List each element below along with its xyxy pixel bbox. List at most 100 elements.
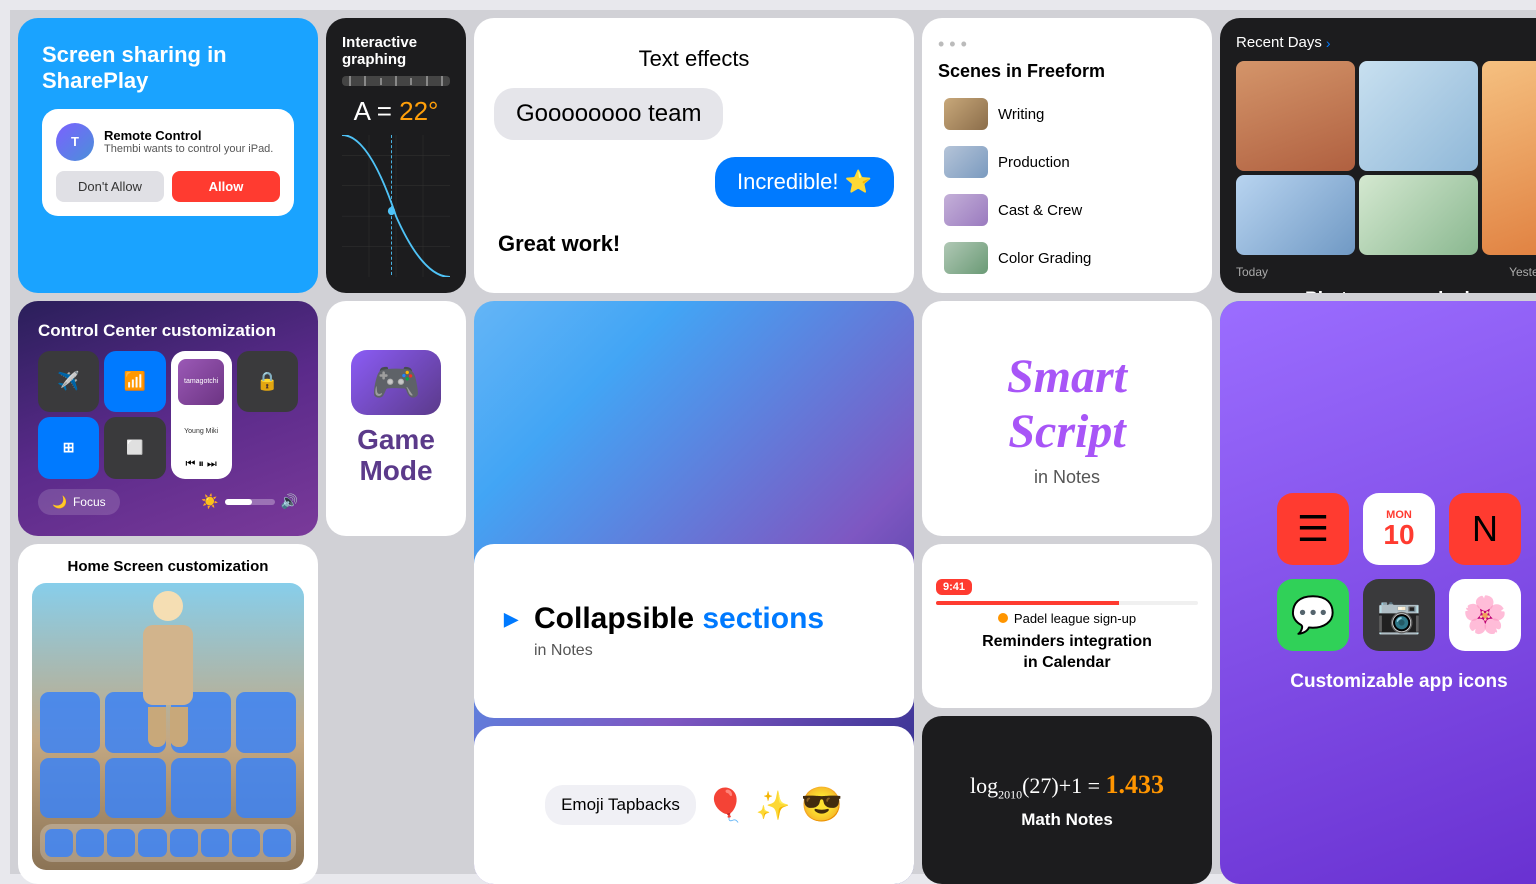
homescreen-title: Home Screen customization [32,558,304,575]
dock-icon-2[interactable] [76,829,104,857]
appicons-subtitle: Customizable app icons [1290,671,1507,693]
dock-icon-5[interactable] [170,829,198,857]
col2-row3-spacer [326,544,466,884]
face-emoji: 😎 [801,785,843,825]
gamemode-card: 🎮 Game Mode [326,301,466,536]
cc-focus-row: 🌙 Focus ☀️ 🔊 [38,489,298,515]
math-formula: log2010(27)+1 = 1.433 [970,770,1164,802]
prev-icon[interactable]: ⏮ [185,458,195,471]
emoji-bubble: Emoji Tapbacks [545,785,696,825]
moon-icon: 🌙 [52,495,67,509]
hs-icon-6[interactable] [105,758,165,818]
homescreen-dock [40,824,296,862]
notif-buttons: Don't Allow Allow [56,171,280,202]
reminder-progress-bar [936,601,1198,605]
freeform-title: Scenes in Freeform [938,61,1196,82]
scene-production[interactable]: Production [938,140,1196,184]
reminder-text: Padel league sign-up [1014,611,1136,626]
textfx-card: Text effects Goooooooo team Incredible! … [474,18,914,293]
scene-label-production: Production [998,154,1070,171]
collapse-arrow-icon[interactable]: ▶ [498,606,524,632]
photo-green [1359,175,1478,255]
dock-icon-4[interactable] [138,829,166,857]
dock-icon-6[interactable] [201,829,229,857]
graph-area [342,135,450,277]
cc-btn-wifi[interactable]: 📶 [104,351,165,412]
scene-thumb-castcrew [944,194,988,226]
progress-fill [936,601,1119,605]
collapsible-card: ▶ Collapsible sections in Notes [474,544,914,718]
equation-value: 22° [399,96,438,126]
cc-btn-record[interactable]: ⬜ [104,417,165,478]
hs-icon-4[interactable] [236,692,296,752]
scene-thumb-colorgrading [944,242,988,274]
photos-card: Recent Days › Today Yesterday Photos app… [1220,18,1536,293]
photo-blue [1236,175,1355,255]
scene-colorgrading[interactable]: Color Grading [938,236,1196,280]
notif-name: Remote Control [104,128,273,143]
homescreen-preview [32,583,304,870]
focus-label: Focus [73,495,106,509]
notif-desc: Thembi wants to control your iPad. [104,143,273,155]
photos-time-labels: Today Yesterday [1236,265,1536,279]
hs-icon-8[interactable] [236,758,296,818]
allow-button[interactable]: Allow [172,171,280,202]
collapsible-title: Collapsible sections [534,602,824,636]
photos-subtitle: Photos app redesign [1236,289,1536,293]
bubble-great: Great work! [494,223,624,265]
photos-recent-header: Recent Days › [1236,34,1536,51]
graphing-title: Interactive graphing [342,34,450,68]
deny-button[interactable]: Don't Allow [56,171,164,202]
media-controls[interactable]: ⏮ ⏸ ⏭ [185,458,216,471]
homescreen-card: Home Screen customization [18,544,318,884]
cc-btn-bluetooth[interactable]: ⊞ [38,417,99,478]
reminders-card: 9:41 Padel league sign-up Reminders inte… [922,544,1212,708]
collapsible-subtitle: in Notes [534,642,593,660]
freeform-card: • • • Scenes in Freeform Writing Product… [922,18,1212,293]
app-icon-photos[interactable]: 🌸 [1449,579,1521,651]
scene-thumb-production [944,146,988,178]
smartscript-card: Smart Script in Notes [922,301,1212,536]
emoji-label: Emoji Tapbacks [561,795,680,815]
math-result: 1.433 [1106,770,1165,799]
app-icon-messages[interactable]: 💬 [1277,579,1349,651]
scene-castcrew[interactable]: Cast & Crew [938,188,1196,232]
bubble-goooo: Goooooooo team [494,88,723,140]
next-icon[interactable]: ⏭ [207,458,217,471]
scene-label-colorgrading: Color Grading [998,250,1091,267]
app-icon-reminders[interactable]: ☰ [1277,493,1349,565]
dock-icon-3[interactable] [107,829,135,857]
hs-icon-5[interactable] [40,758,100,818]
media-artist: Young Miki [184,428,218,435]
dock-icon-1[interactable] [45,829,73,857]
focus-pill[interactable]: 🌙 Focus [38,489,120,515]
app-icon-news[interactable]: N [1449,493,1521,565]
shareplay-card: Screen sharing in SharePlay T Remote Con… [18,18,318,293]
dock-icon-7[interactable] [232,829,260,857]
col4-row3: 9:41 Padel league sign-up Reminders inte… [922,544,1212,884]
play-icon[interactable]: ⏸ [198,458,204,471]
cc-btn-airplane[interactable]: ✈️ [38,351,99,412]
collapsible-text-2: sections [702,602,824,635]
hs-icon-1[interactable] [40,692,100,752]
gamepad-icon: 🎮 [351,350,441,415]
gamemode-title: Game Mode [357,425,435,487]
brightness-slider[interactable] [225,499,275,505]
shareplay-notification: T Remote Control Thembi wants to control… [42,109,294,216]
graphing-card: Interactive graphing A = 22° [326,18,466,293]
notif-header: T Remote Control Thembi wants to control… [56,123,280,161]
math-card: log2010(27)+1 = 1.433 Math Notes [922,716,1212,884]
dock-icon-8[interactable] [263,829,291,857]
cc-media[interactable]: tamagotchi Young Miki ⏮ ⏸ ⏭ [171,351,232,479]
app-icon-camera[interactable]: 📷 [1363,579,1435,651]
photo-person [1236,61,1355,171]
cc-btn-lock[interactable]: 🔒 [237,351,298,412]
photos-arrow: › [1326,35,1331,51]
collapsible-text-1: Collapsible [534,602,702,635]
scene-writing[interactable]: Writing [938,92,1196,136]
media-title: tamagotchi [184,378,218,386]
photo-sky [1359,61,1478,171]
scene-label-writing: Writing [998,106,1044,123]
app-icon-calendar[interactable]: MON 10 [1363,493,1435,565]
hs-icon-7[interactable] [171,758,231,818]
